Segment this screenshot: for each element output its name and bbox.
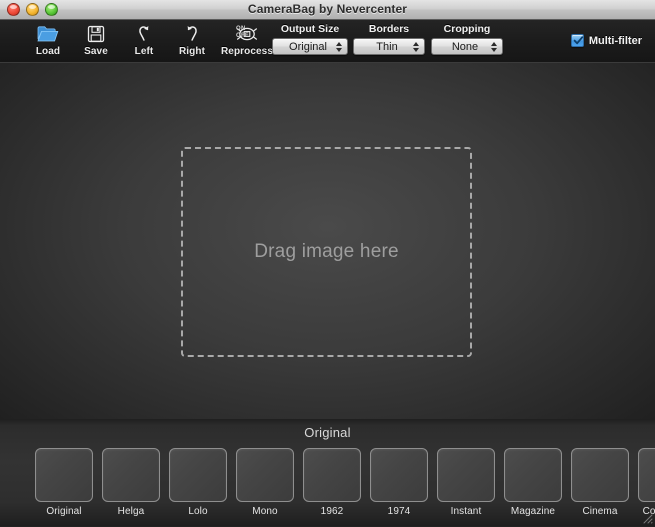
filter-thumbnail-image[interactable] <box>102 448 160 502</box>
output-size-select[interactable]: Original <box>272 38 348 55</box>
close-button[interactable] <box>7 3 20 16</box>
filter-thumbnail-label: Magazine <box>510 506 556 517</box>
filter-thumbnail-list: Original Helga Lolo Mono 1962 1974 Instant Maga… <box>35 448 655 517</box>
filter-thumbnail-label: Helga <box>117 506 145 517</box>
window-controls <box>7 3 58 16</box>
borders-select[interactable]: Thin <box>353 38 425 55</box>
reprocess-onoff-indicator[interactable]: ON OFF <box>236 26 249 40</box>
rotate-right-icon <box>183 23 201 45</box>
filter-thumbnail-image[interactable] <box>571 448 629 502</box>
filter-thumbnail[interactable]: Magazine <box>504 448 562 517</box>
rotate-right-button-label: Right <box>178 46 206 57</box>
rotate-left-button-label: Left <box>134 46 154 57</box>
filter-thumbnail[interactable]: Original <box>35 448 93 517</box>
load-button-label: Load <box>35 46 61 57</box>
filter-thumbnail-label: Cinema <box>582 506 618 517</box>
drop-zone-label: Drag image here <box>254 241 399 262</box>
toolbar: Load Save Left Right Reprocess ON OFF Ou… <box>0 20 655 63</box>
filter-thumbnail-image[interactable] <box>35 448 93 502</box>
filter-thumbnail-image[interactable] <box>504 448 562 502</box>
filter-thumbnail-image[interactable] <box>169 448 227 502</box>
filter-thumbnail[interactable]: Colorcross <box>638 448 655 517</box>
chevron-updown-icon <box>413 41 419 52</box>
camerabag-window: CameraBag by Nevercenter Load Save Left … <box>0 0 655 527</box>
reprocess-off-label: OFF <box>236 33 249 39</box>
chevron-updown-icon <box>336 41 342 52</box>
window-title: CameraBag by Nevercenter <box>247 2 408 16</box>
reprocess-on-label: ON <box>236 26 246 32</box>
minimize-button[interactable] <box>26 3 39 16</box>
multifilter-label: Multi-filter <box>588 34 642 47</box>
save-button[interactable]: Save <box>72 20 120 62</box>
output-size-group: Output Size Original <box>272 23 348 55</box>
filter-thumbnail-label: Lolo <box>188 506 208 517</box>
filter-thumbnail[interactable]: 1974 <box>370 448 428 517</box>
filter-thumbnail[interactable]: Helga <box>102 448 160 517</box>
zoom-button[interactable] <box>45 3 58 16</box>
borders-group: Borders Thin <box>353 23 425 55</box>
rotate-left-icon <box>135 23 153 45</box>
reprocess-button-label: Reprocess <box>220 46 274 57</box>
filter-thumbnail[interactable]: Cinema <box>571 448 629 517</box>
drop-zone[interactable]: Drag image here <box>181 147 472 357</box>
borders-caption: Borders <box>368 23 410 35</box>
floppy-disk-icon <box>87 23 105 45</box>
filter-thumbnail-image[interactable] <box>236 448 294 502</box>
filter-thumbnail[interactable]: Lolo <box>169 448 227 517</box>
output-size-caption: Output Size <box>280 23 340 35</box>
filter-thumbnail-image[interactable] <box>638 448 655 502</box>
filter-thumbnail-label: Mono <box>252 506 278 517</box>
toolbar-actions: Load Save Left Right Reprocess ON OFF <box>24 20 278 62</box>
load-button[interactable]: Load <box>24 20 72 62</box>
cropping-select[interactable]: None <box>431 38 503 55</box>
rotate-left-button[interactable]: Left <box>120 20 168 62</box>
filter-thumbnail-label: Original <box>46 506 82 517</box>
filter-strip: Original Original Helga Lolo Mono 1962 1974 In… <box>0 419 655 526</box>
multifilter-checkbox[interactable]: Multi-filter <box>570 34 642 47</box>
cropping-group: Cropping None <box>431 23 503 55</box>
filter-thumbnail-label: 1962 <box>320 506 344 517</box>
title-bar: CameraBag by Nevercenter <box>0 0 655 20</box>
cropping-caption: Cropping <box>443 23 491 35</box>
image-canvas[interactable]: Drag image here <box>0 63 655 419</box>
filter-thumbnail[interactable]: Mono <box>236 448 294 517</box>
save-button-label: Save <box>84 46 108 57</box>
filter-thumbnail[interactable]: 1962 <box>303 448 361 517</box>
current-filter-name: Original <box>304 425 351 440</box>
filter-thumbnail[interactable]: Instant <box>437 448 495 517</box>
rotate-right-button[interactable]: Right <box>168 20 216 62</box>
filter-thumbnail-image[interactable] <box>303 448 361 502</box>
resize-grip[interactable] <box>640 511 653 524</box>
filter-thumbnail-image[interactable] <box>437 448 495 502</box>
filter-thumbnail-image[interactable] <box>370 448 428 502</box>
filter-thumbnail-label: Instant <box>450 506 482 517</box>
filter-thumbnail-label: 1974 <box>387 506 411 517</box>
chevron-updown-icon <box>491 41 497 52</box>
open-folder-icon <box>37 23 59 45</box>
checkmark-icon <box>570 34 584 47</box>
